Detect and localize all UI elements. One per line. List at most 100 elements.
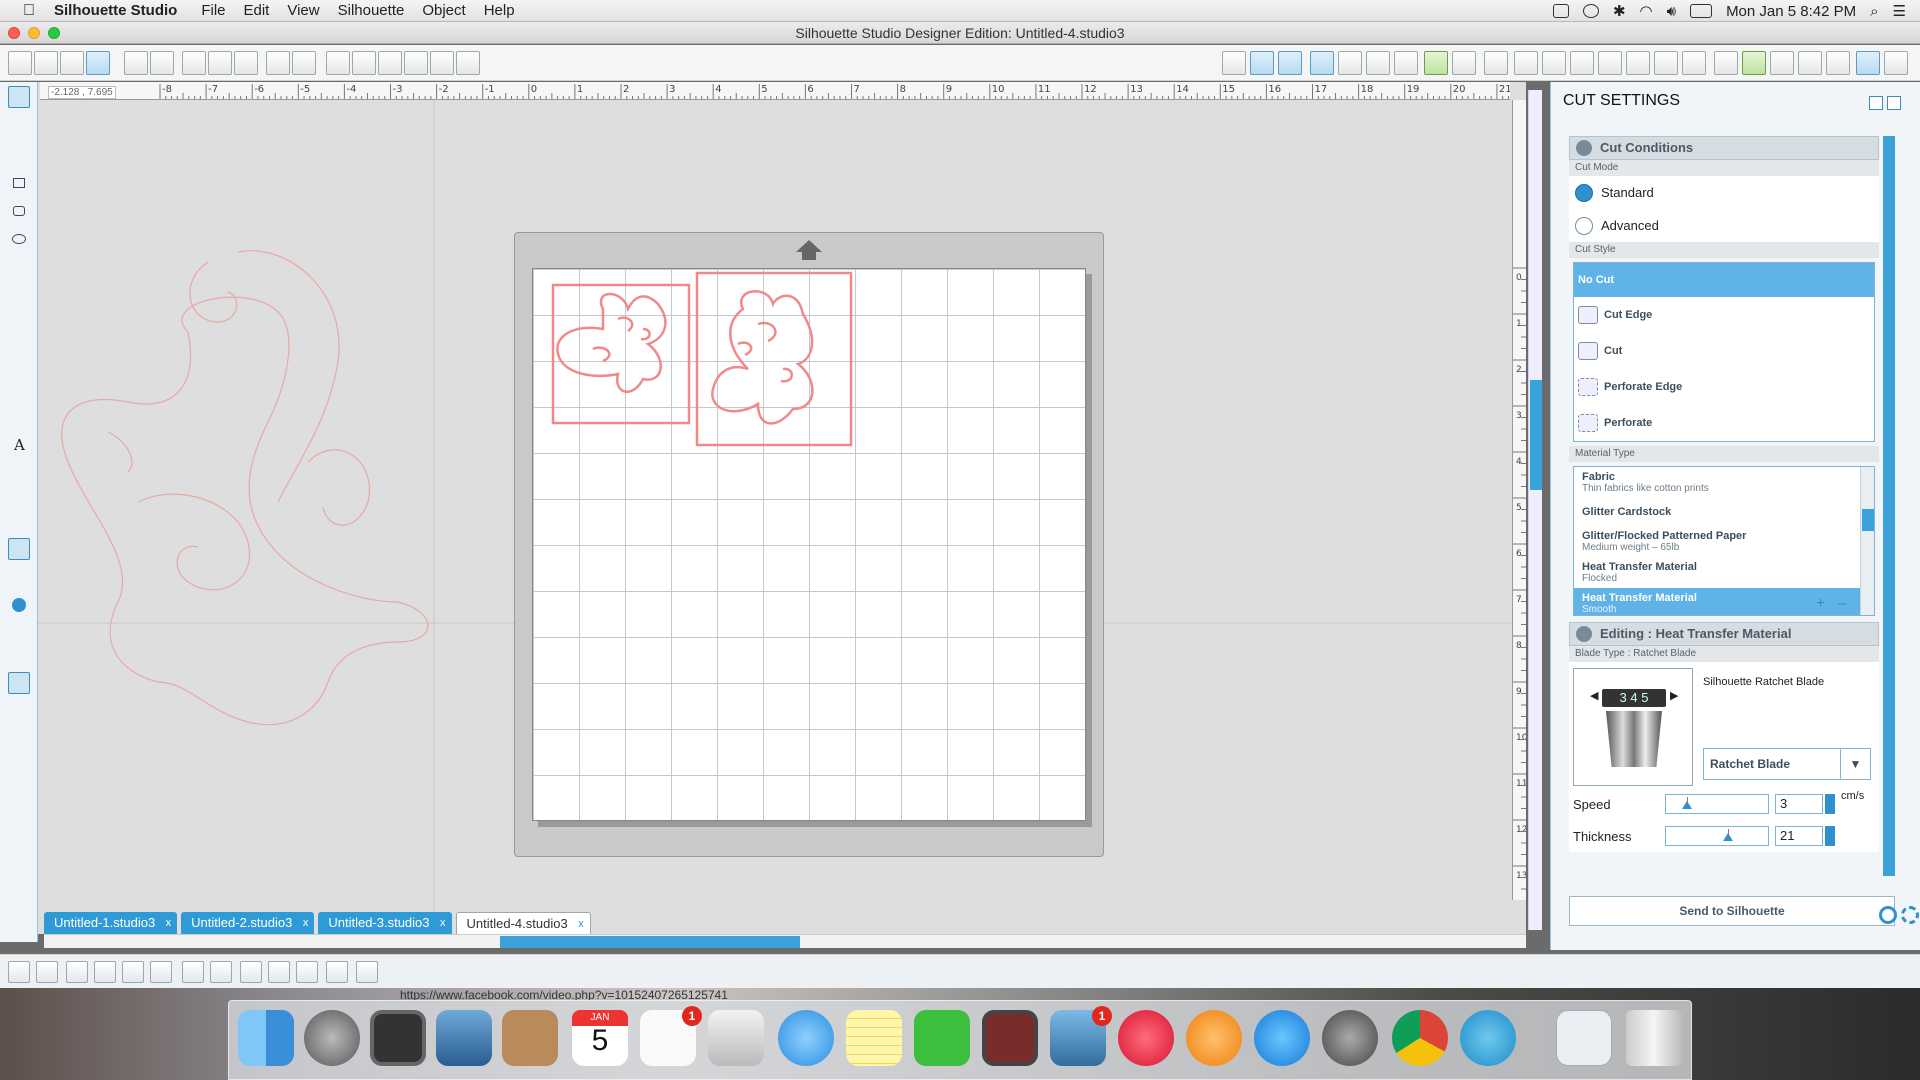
menu-file[interactable]: File (201, 2, 225, 19)
collapse-toggle-icon[interactable] (1576, 626, 1592, 642)
radio-unchecked-icon[interactable] (1575, 216, 1593, 235)
zoom-window-button[interactable] (48, 27, 60, 39)
material-item[interactable]: Heat Transfer Material Flocked (1574, 557, 1874, 588)
notes-icon[interactable] (846, 1010, 902, 1066)
style-cut[interactable]: Cut (1574, 333, 1874, 369)
remove-material-button[interactable]: – (1838, 595, 1847, 613)
library-grid-icon[interactable] (1826, 51, 1850, 75)
minimize-window-button[interactable] (28, 27, 40, 39)
preview-icon[interactable] (708, 1010, 764, 1066)
material-item[interactable]: Glitter/Flocked Patterned Paper Medium we… (1574, 526, 1874, 557)
design-page-icon[interactable] (8, 538, 30, 560)
facetime-icon[interactable] (914, 1010, 970, 1066)
mode-advanced[interactable]: Advanced (1569, 209, 1879, 242)
launchpad-icon[interactable] (304, 1010, 360, 1066)
save-to-library-icon[interactable] (86, 51, 110, 75)
material-item-selected[interactable]: Heat Transfer Material Smooth (1574, 588, 1874, 615)
fill-pattern-icon[interactable] (1366, 51, 1390, 75)
group-icon[interactable] (8, 961, 30, 983)
fill-color-icon[interactable] (1310, 51, 1334, 75)
rotate-icon[interactable] (1542, 51, 1566, 75)
close-tab-icon[interactable]: x (440, 912, 446, 934)
apple-menu-icon[interactable]:  (18, 2, 40, 20)
notification-center-icon[interactable]: ☰ (1893, 2, 1906, 20)
shear-icon[interactable] (1598, 51, 1622, 75)
app-menu[interactable]: Silhouette Studio (54, 2, 177, 19)
spotlight-icon[interactable]: ⌕ (1870, 3, 1878, 20)
volume-icon[interactable]: 🔊︎ (1667, 3, 1676, 20)
new-document-icon[interactable] (8, 51, 32, 75)
print-cut-icon[interactable] (150, 51, 174, 75)
itunes-icon[interactable] (1118, 1010, 1174, 1066)
skype-status-icon[interactable] (1552, 4, 1569, 18)
tab-untitled-1[interactable]: Untitled-1.studio3 x (44, 912, 178, 934)
rectangle-tool-icon[interactable] (8, 172, 30, 194)
material-list[interactable]: Fabric Thin fabrics like cotton prints Gl… (1573, 466, 1875, 616)
eraser-icon[interactable] (8, 462, 30, 484)
select-tool-icon[interactable] (8, 86, 30, 108)
make-compound-icon[interactable] (210, 961, 232, 983)
style-cut-edge[interactable]: Cut Edge (1574, 297, 1874, 333)
copy-icon[interactable] (182, 51, 206, 75)
weld-icon[interactable] (240, 961, 262, 983)
add-material-button[interactable]: + (1816, 595, 1825, 613)
menu-help[interactable]: Help (484, 2, 515, 19)
align-icon[interactable] (1654, 51, 1678, 75)
text-tool-icon[interactable]: A (8, 434, 30, 456)
contacts-icon[interactable] (502, 1010, 558, 1066)
thickness-stepper[interactable] (1825, 826, 1835, 846)
clock[interactable]: Mon Jan 5 8:42 PM (1726, 3, 1856, 20)
open-icon[interactable] (34, 51, 58, 75)
knife-tool-icon[interactable] (8, 490, 30, 512)
scale-icon[interactable] (1570, 51, 1594, 75)
zoom-select-icon[interactable] (404, 51, 428, 75)
smooth-freehand-icon[interactable] (8, 344, 30, 366)
scroll-thumb[interactable] (500, 936, 800, 948)
drag-zoom-icon[interactable] (430, 51, 454, 75)
speed-slider-knob[interactable] (1682, 801, 1692, 809)
ibooks-icon[interactable] (1186, 1010, 1242, 1066)
line-color-icon[interactable] (1394, 51, 1418, 75)
print-icon[interactable] (124, 51, 148, 75)
panel-collapse-icon[interactable] (1869, 96, 1883, 110)
line-tool-icon[interactable] (8, 144, 30, 166)
radio-checked-icon[interactable] (1575, 183, 1593, 202)
speed-input[interactable]: 3 (1775, 794, 1823, 814)
app-store-icon[interactable] (1254, 1010, 1310, 1066)
style-perforate[interactable]: Perforate (1574, 405, 1874, 441)
cutting-mat-grid[interactable] (532, 268, 1086, 821)
curve-tool-icon[interactable] (8, 288, 30, 310)
transform-icon[interactable] (1514, 51, 1538, 75)
material-item[interactable]: Glitter Cardstock (1574, 498, 1874, 526)
time-machine-icon[interactable] (1582, 4, 1599, 18)
grid-settings-icon[interactable] (1278, 51, 1302, 75)
page-setup-icon[interactable] (1250, 51, 1274, 75)
zoom-out-icon[interactable] (378, 51, 402, 75)
close-window-button[interactable] (8, 27, 20, 39)
save-icon[interactable] (60, 51, 84, 75)
send-to-silhouette-button[interactable]: Send to Silhouette (1569, 896, 1895, 926)
offset-shadow-icon[interactable] (268, 961, 290, 983)
redo-icon[interactable] (292, 51, 316, 75)
silhouette-doc-icon[interactable] (1556, 1010, 1612, 1066)
thickness-slider-knob[interactable] (1723, 833, 1733, 841)
tab-untitled-2[interactable]: Untitled-2.studio3 x (181, 912, 315, 934)
undo-icon[interactable] (266, 51, 290, 75)
bring-forward-icon[interactable] (66, 961, 88, 983)
chevron-down-icon[interactable]: ▼ (1840, 749, 1870, 779)
panel-scrollbar[interactable] (1883, 136, 1895, 876)
tab-untitled-3[interactable]: Untitled-3.studio3 x (318, 912, 452, 934)
lock-icon[interactable] (326, 961, 348, 983)
duplicate-icon[interactable] (182, 961, 204, 983)
thickness-slider[interactable] (1665, 826, 1769, 846)
silhouette-icon[interactable] (1460, 1010, 1516, 1066)
zoom-in-icon[interactable] (352, 51, 376, 75)
show-cut-settings-icon[interactable] (8, 644, 30, 666)
dial-left-arrow-icon[interactable]: ◀ (1590, 689, 1598, 702)
line-thickness-icon[interactable] (1452, 51, 1476, 75)
cut-conditions-header[interactable]: Cut Conditions (1569, 136, 1879, 160)
show-layers-icon[interactable] (8, 672, 30, 694)
calendar-icon[interactable]: JAN 5 (572, 1010, 628, 1066)
system-preferences-icon[interactable] (1322, 1010, 1378, 1066)
online-store-icon[interactable] (8, 594, 30, 616)
